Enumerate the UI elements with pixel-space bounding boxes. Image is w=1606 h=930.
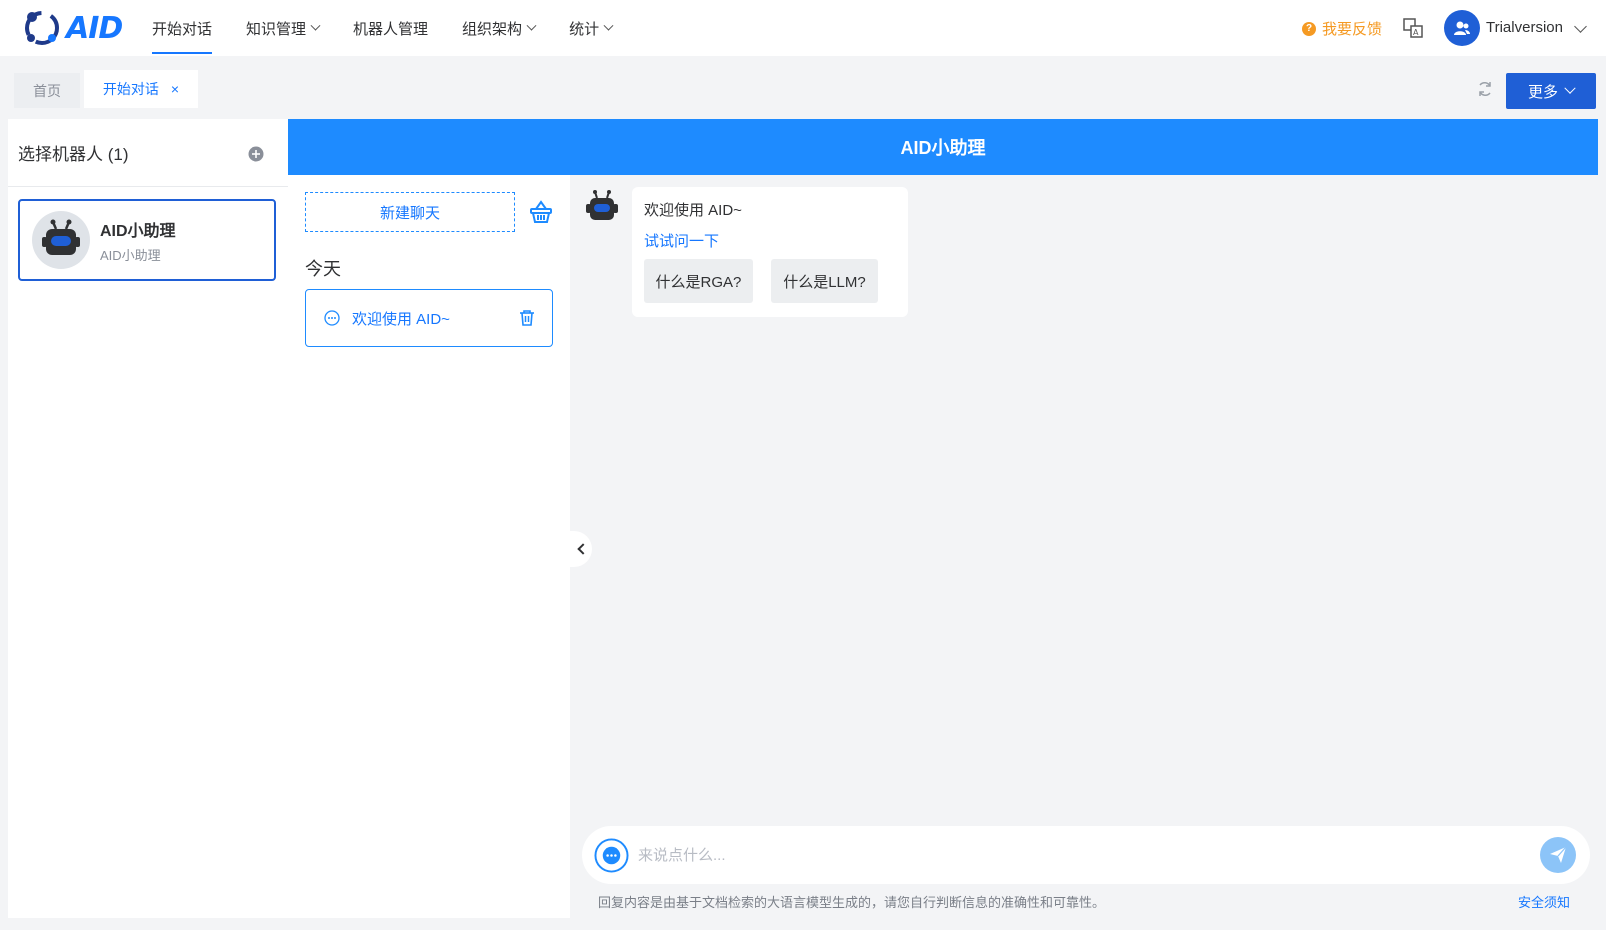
send-icon <box>1550 846 1567 863</box>
robot-panel: 选择机器人 (1) AID小助理 AID小助理 <box>8 119 288 918</box>
chat-session-item[interactable]: 欢迎使用 AID~ <box>305 289 553 347</box>
try-asking-label: 试试问一下 <box>644 233 720 250</box>
suggestion-chip[interactable]: 什么是RGA? <box>644 259 753 303</box>
chat-bubble-icon <box>594 838 629 873</box>
add-robot-icon[interactable] <box>248 146 264 162</box>
robot-icon <box>42 219 80 255</box>
tab-start-chat[interactable]: 开始对话 × <box>84 70 198 108</box>
nav-item-label: 机器人管理 <box>353 20 429 38</box>
suggestion-list: 什么是RGA? 什么是LLM? <box>644 259 896 303</box>
robot-panel-title: 选择机器人 (1) <box>18 145 129 164</box>
tab-label: 开始对话 <box>102 81 159 97</box>
message-input[interactable] <box>638 840 1498 870</box>
new-chat-button[interactable]: 新建聊天 <box>305 192 515 232</box>
suggestion-chip[interactable]: 什么是LLM? <box>770 259 878 303</box>
translate-icon[interactable]: A <box>1402 17 1424 39</box>
chevron-down-icon <box>1564 82 1576 94</box>
robot-info: AID小助理 AID小助理 <box>100 217 176 264</box>
clear-history-icon[interactable] <box>528 199 554 225</box>
tabs-bar: 首页 开始对话 × 更多 <box>0 56 1606 112</box>
close-icon[interactable]: × <box>171 81 179 97</box>
more-label: 更多 <box>1527 83 1558 101</box>
delete-session-icon[interactable] <box>518 309 536 327</box>
chat-header: AID小助理 <box>288 119 1598 175</box>
send-button[interactable] <box>1540 837 1576 873</box>
nav-item-organization[interactable]: 组织架构 <box>450 0 547 56</box>
question-icon: ? <box>1302 21 1316 36</box>
tab-home[interactable]: 首页 <box>14 73 80 108</box>
feedback-label: 我要反馈 <box>1322 21 1383 38</box>
robot-subtitle: AID小助理 <box>100 247 161 263</box>
message-icon <box>324 310 340 326</box>
safety-notice-link[interactable]: 安全须知 <box>1518 892 1570 911</box>
chat-title: AID小助理 <box>900 138 986 158</box>
disclaimer-text: 回复内容是由基于文档检索的大语言模型生成的，请您自行判断信息的准确性和可靠性。 <box>598 895 1106 910</box>
chevron-down-icon[interactable] <box>1574 20 1587 33</box>
logo-icon <box>25 11 59 45</box>
message-area: 欢迎使用 AID~ 试试问一下 什么是RGA? 什么是LLM? <box>570 175 1598 918</box>
nav-item-statistics[interactable]: 统计 <box>557 0 624 56</box>
nav-item-knowledge[interactable]: 知识管理 <box>234 0 331 56</box>
new-chat-label: 新建聊天 <box>379 204 440 222</box>
tab-label: 首页 <box>33 82 61 99</box>
session-title: 欢迎使用 AID~ <box>352 310 450 328</box>
main-menu: 开始对话 知识管理 机器人管理 组织架构 统计 <box>140 0 634 56</box>
user-icon <box>1454 21 1470 35</box>
robot-panel-header: 选择机器人 (1) <box>8 119 288 187</box>
more-button[interactable]: 更多 <box>1506 73 1596 109</box>
chevron-down-icon <box>526 20 537 31</box>
app-logo[interactable]: AID <box>22 6 126 50</box>
history-group-label: 今天 <box>305 259 341 279</box>
chat-input-bar <box>582 826 1590 884</box>
robot-name: AID小助理 <box>100 222 176 240</box>
nav-item-label: 统计 <box>569 20 600 38</box>
chevron-down-icon <box>603 20 614 31</box>
logo-text: AID <box>66 10 123 46</box>
chevron-down-icon <box>310 20 321 31</box>
nav-item-label: 知识管理 <box>246 20 307 38</box>
svg-text:A: A <box>1413 28 1419 37</box>
nav-item-robots[interactable]: 机器人管理 <box>341 0 440 56</box>
robot-icon <box>586 190 618 220</box>
nav-item-label: 组织架构 <box>462 20 523 38</box>
nav-item-start-chat[interactable]: 开始对话 <box>140 0 224 56</box>
top-navbar: AID 开始对话 知识管理 机器人管理 组织架构 统计 ? 我要反馈 A Tri… <box>0 0 1606 56</box>
user-avatar[interactable] <box>1444 10 1480 46</box>
robot-card[interactable]: AID小助理 AID小助理 <box>18 199 276 281</box>
refresh-icon[interactable] <box>1476 80 1494 98</box>
feedback-link[interactable]: ? 我要反馈 <box>1302 18 1382 39</box>
chat-history-panel: 新建聊天 今天 欢迎使用 AID~ <box>288 175 570 918</box>
nav-item-label: 开始对话 <box>152 20 213 38</box>
bot-message-bubble: 欢迎使用 AID~ 试试问一下 什么是RGA? 什么是LLM? <box>632 187 908 317</box>
message-text: 欢迎使用 AID~ <box>644 202 742 219</box>
robot-avatar <box>32 211 90 269</box>
username[interactable]: Trialversion <box>1486 19 1563 36</box>
